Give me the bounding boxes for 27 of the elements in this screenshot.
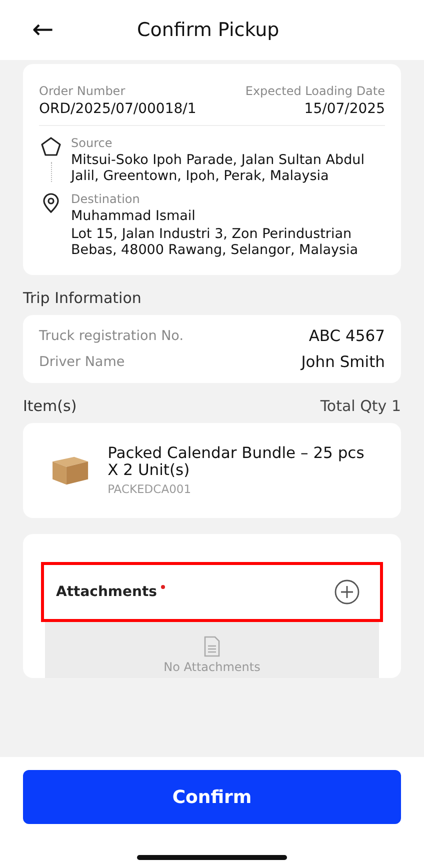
- confirm-button[interactable]: Confirm: [23, 770, 401, 824]
- item-code: PACKEDCA001: [108, 482, 192, 496]
- page-title: Confirm Pickup: [137, 19, 280, 41]
- stop-label: Destination: [71, 192, 141, 206]
- field-value: John Smith: [301, 352, 385, 371]
- stop-label: Source: [71, 136, 114, 150]
- add-icon[interactable]: [334, 579, 360, 606]
- back-button[interactable]: ←: [22, 15, 64, 45]
- pentagon-icon: [40, 136, 62, 158]
- field-label: Expected Loading Date: [245, 84, 385, 98]
- address-text: Mitsui-Soko Ipoh Parade, Jalan Sultan Abdul Jalil, Greentown, Ipoh, Perak, Malaysia: [71, 152, 366, 184]
- address-text: Muhammad Ismail: [71, 208, 196, 224]
- document-icon: [202, 634, 222, 658]
- item-name: Packed Calendar Bundle – 25 pcs X 2 Unit(s): [108, 444, 366, 480]
- field-label: Order Number: [39, 84, 126, 98]
- empty-text: No Attachments: [164, 660, 260, 674]
- section-title: Trip Information: [23, 288, 142, 307]
- total-qty: Total Qty 1: [320, 396, 401, 415]
- order-number: ORD/2025/07/00018/1: [39, 101, 196, 117]
- field-value: ABC 4567: [308, 326, 385, 345]
- attachments-label: Attachments: [56, 584, 158, 600]
- section-title: Item(s): [23, 396, 77, 415]
- loading-date: 15/07/2025: [303, 101, 385, 117]
- address-text: Lot 15, Jalan Industri 3, Zon Perindustrian Bebas, 48000 Rawang, Selangor, Malaysia: [71, 226, 360, 259]
- field-label: Driver Name: [39, 354, 125, 370]
- field-label: Truck registration No.: [39, 328, 184, 344]
- location-pin-icon: [41, 192, 61, 214]
